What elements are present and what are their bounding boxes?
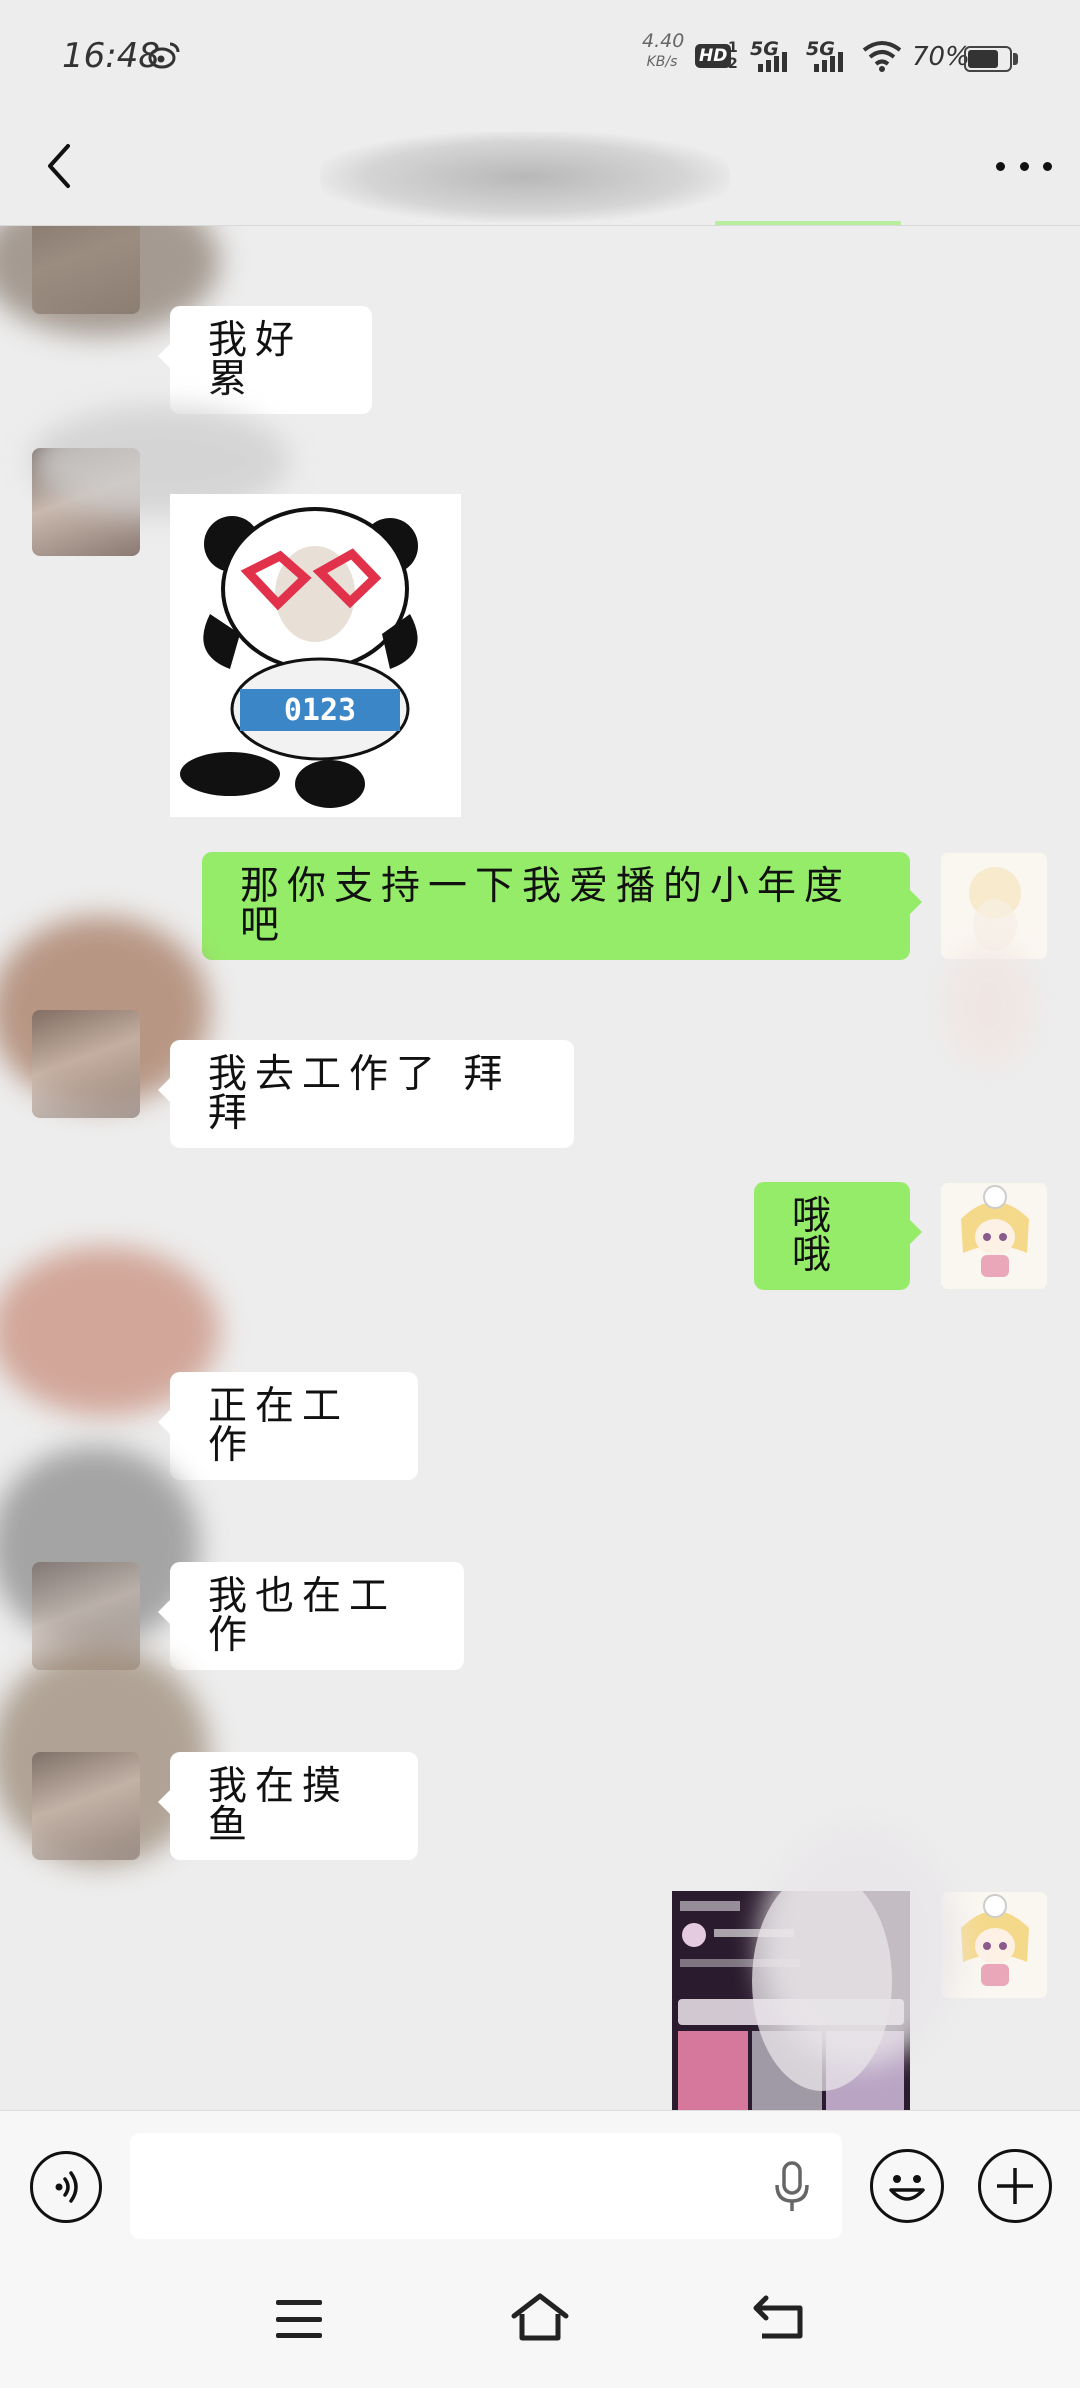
- hd-sim-index: 12: [728, 40, 738, 72]
- sticker-image[interactable]: 0123: [170, 494, 461, 817]
- plus-icon[interactable]: [978, 2149, 1052, 2223]
- panda-sticker-icon: 0123: [180, 507, 418, 808]
- message-bubble-outgoing[interactable]: 哦哦: [754, 1182, 922, 1290]
- contact-avatar[interactable]: [32, 1752, 140, 1860]
- back-arrow-icon[interactable]: [40, 136, 80, 196]
- home-icon[interactable]: [510, 2292, 570, 2344]
- signal-icon-2: [814, 46, 843, 72]
- network-speed: 4.40 KB/s: [642, 30, 685, 70]
- battery-tip: [1013, 53, 1018, 65]
- wifi-icon: [862, 41, 902, 72]
- anime-girl-avatar-icon: [969, 867, 1021, 951]
- my-avatar[interactable]: [940, 852, 1048, 960]
- status-time: 16:48: [62, 36, 160, 76]
- emoji-icon[interactable]: [870, 2149, 944, 2223]
- signal-icon-1: [758, 46, 787, 72]
- back-icon[interactable]: [752, 2294, 806, 2342]
- sticker-text: 0123: [284, 693, 356, 728]
- message-input[interactable]: [130, 2133, 842, 2239]
- my-avatar[interactable]: [940, 1182, 1048, 1290]
- message-bubble-incoming[interactable]: 我在摸鱼: [158, 1752, 418, 1860]
- header-accent: [715, 221, 901, 225]
- message-bubble-incoming[interactable]: 正在工作: [158, 1372, 418, 1480]
- blurred-region: [760, 1826, 960, 2066]
- contact-avatar[interactable]: [32, 1010, 140, 1118]
- weibo-icon: [148, 42, 180, 69]
- more-options-icon[interactable]: [996, 146, 1052, 186]
- mic-icon[interactable]: [772, 2159, 812, 2215]
- chat-message-list[interactable]: 我好累 0123 那你支持一下我爱播的小年度吧 我去工作了 拜拜 哦哦 正在工作…: [0, 226, 1080, 2110]
- system-navigation-bar: [0, 2240, 1080, 2388]
- chat-title-blurred: [320, 132, 730, 222]
- message-bubble-incoming[interactable]: 我去工作了 拜拜: [158, 1040, 574, 1148]
- message-bubble-outgoing[interactable]: 那你支持一下我爱播的小年度吧: [202, 852, 922, 960]
- anime-girl-avatar-icon: [961, 1185, 1029, 1277]
- menu-icon[interactable]: [276, 2300, 322, 2338]
- battery-icon: [964, 46, 1012, 72]
- status-bar: 16:48 4.40 KB/s HD 12 5G 5G 70%: [0, 0, 1080, 110]
- message-bubble-incoming[interactable]: 我好累: [158, 306, 372, 414]
- blurred-region: [944, 946, 1034, 1066]
- chat-input-bar: [0, 2110, 1080, 2241]
- message-bubble-incoming[interactable]: 我也在工作: [158, 1562, 464, 1670]
- hd-badge: HD: [695, 44, 732, 68]
- battery-percent: 70%: [912, 42, 970, 72]
- voice-icon[interactable]: [30, 2151, 102, 2223]
- chat-header: [0, 110, 1080, 226]
